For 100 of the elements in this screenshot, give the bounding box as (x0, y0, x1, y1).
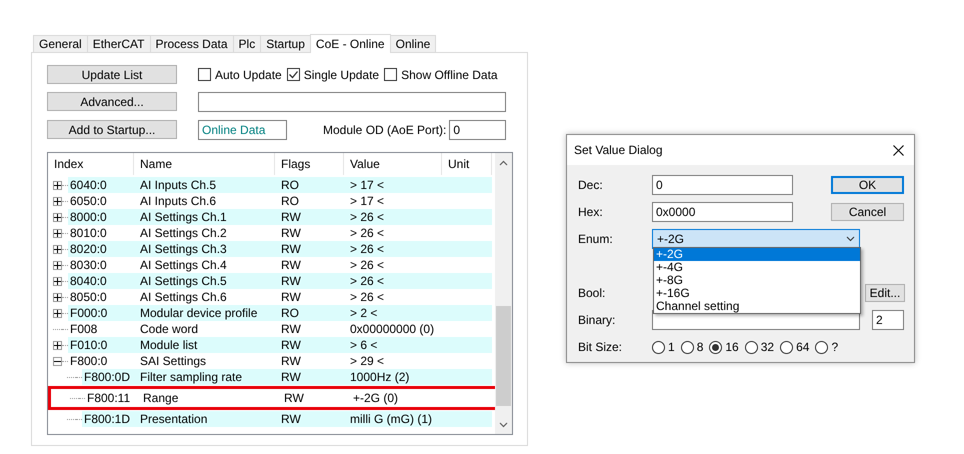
expand-icon[interactable] (53, 276, 62, 286)
module-od-field[interactable]: 0 (449, 120, 506, 140)
tab[interactable]: CoE - Online (310, 34, 391, 53)
table-row[interactable]: F800:1D Presentation RW milli G (mG) (1) (48, 411, 495, 427)
close-icon[interactable] (893, 144, 904, 156)
expand-icon[interactable] (53, 340, 62, 350)
flags-cell: RW (275, 209, 344, 225)
scrollbar[interactable] (495, 153, 512, 434)
add-to-startup-button[interactable]: Add to Startup... (47, 120, 177, 139)
field-label: Enum: (578, 232, 614, 246)
text-field[interactable] (198, 92, 506, 112)
table-row[interactable]: F008 Code word RW 0x00000000 (0) (48, 321, 495, 337)
checkbox-label: Show Offline Data (401, 68, 498, 82)
update-list-button[interactable]: Update List (47, 65, 177, 84)
name-cell: Filter sampling rate (134, 369, 275, 385)
chevron-down-icon (846, 236, 855, 242)
list-option[interactable]: +-16G (654, 287, 860, 300)
tab[interactable]: Online (390, 35, 436, 52)
expand-icon[interactable] (53, 292, 62, 302)
index-cell: 8040:0 (68, 273, 134, 289)
dec-field[interactable]: 0 (652, 175, 793, 195)
table-row[interactable]: 8000:0 AI Settings Ch.1 RW > 26 < (48, 209, 495, 225)
field-label: Bit Size: (578, 340, 624, 354)
field-label: Dec: (578, 178, 604, 192)
column-header[interactable]: Flags (275, 153, 344, 175)
table-row[interactable]: 6050:0 AI Inputs Ch.6 RO > 17 < (48, 193, 495, 209)
radio-button[interactable] (709, 340, 722, 354)
table-row[interactable]: 8040:0 AI Settings Ch.5 RW > 26 < (48, 273, 495, 289)
expand-icon[interactable] (53, 260, 62, 270)
field-label: Hex: (578, 205, 604, 219)
tab[interactable]: Startup (260, 35, 311, 52)
table-row[interactable]: F800:0 SAI Settings RW > 29 < (48, 353, 495, 369)
table-row[interactable]: 8010:0 AI Settings Ch.2 RW > 26 < (48, 225, 495, 241)
tab[interactable]: Process Data (150, 35, 234, 52)
table-row[interactable]: 8030:0 AI Settings Ch.4 RW > 26 < (48, 257, 495, 273)
table-row[interactable]: F800:11 Range RW +-2G (0) (51, 390, 502, 406)
radio-button[interactable] (780, 340, 794, 354)
list-option[interactable]: +-8G (654, 274, 860, 287)
value-cell: > 6 < (344, 337, 492, 353)
table-row[interactable]: F800:0D Filter sampling rate RW 1000Hz (2) (48, 369, 495, 385)
index-cell: 8000:0 (68, 209, 134, 225)
column-header[interactable]: Index (48, 153, 134, 175)
edit-button[interactable]: Edit... (865, 284, 905, 302)
tab[interactable]: Plc (232, 35, 262, 52)
tab[interactable]: EtherCAT (86, 35, 150, 52)
tab[interactable]: General (33, 35, 88, 52)
list-option[interactable]: Channel setting (654, 300, 860, 313)
name-cell: Presentation (134, 411, 275, 427)
name-cell: Module list (134, 337, 275, 353)
checkbox-label: Single Update (304, 68, 380, 82)
expand-icon[interactable] (53, 196, 62, 206)
index-cell: F010:0 (68, 337, 134, 353)
collapse-icon[interactable] (53, 356, 62, 366)
length-field[interactable]: 2 (872, 310, 904, 330)
radio-button[interactable] (744, 340, 758, 354)
value-cell: > 2 < (344, 305, 492, 321)
expand-icon[interactable] (53, 212, 62, 222)
radio-dot-icon (712, 344, 720, 350)
table-row[interactable]: 8050:0 AI Settings Ch.6 RW > 26 < (48, 289, 495, 305)
advanced-button[interactable]: Advanced... (47, 92, 177, 111)
table-row[interactable]: F000:0 Modular device profile RO > 2 < (48, 305, 495, 321)
flags-cell: RW (275, 241, 344, 257)
checkbox[interactable] (384, 68, 398, 81)
value-cell: > 26 < (344, 209, 492, 225)
enum-dropdown[interactable]: +-2G (652, 229, 860, 249)
expand-icon[interactable] (53, 228, 62, 238)
name-cell: AI Settings Ch.1 (134, 209, 275, 225)
ok-button[interactable]: OK (831, 176, 904, 194)
table-row[interactable]: 8020:0 AI Settings Ch.3 RW > 26 < (48, 241, 495, 257)
radio-button[interactable] (680, 340, 694, 354)
module-od-label: Module OD (AoE Port): (323, 123, 446, 137)
expand-icon[interactable] (53, 308, 62, 318)
value-cell: > 26 < (344, 273, 492, 289)
value-cell: > 17 < (344, 177, 492, 193)
index-cell: 6040:0 (68, 177, 134, 193)
table-row[interactable]: 6040:0 AI Inputs Ch.5 RO > 17 < (48, 177, 495, 193)
table-row[interactable]: F010:0 Module list RW > 6 < (48, 337, 495, 353)
radio-label: 32 (760, 340, 774, 354)
index-cell: F800:0D (82, 369, 134, 385)
list-option[interactable]: +-4G (654, 261, 860, 274)
expand-icon[interactable] (53, 244, 62, 254)
checkbox[interactable] (198, 68, 211, 81)
list-option[interactable]: +-2G (654, 248, 860, 261)
scroll-up-icon[interactable] (499, 160, 508, 166)
scroll-down-icon[interactable] (499, 422, 508, 428)
expand-icon[interactable] (53, 180, 62, 190)
radio-label: 8 (696, 340, 704, 354)
index-cell: 8020:0 (68, 241, 134, 257)
column-header[interactable]: Value (344, 153, 442, 175)
cancel-button[interactable]: Cancel (831, 203, 904, 221)
checkbox[interactable] (286, 68, 300, 81)
field-label: Binary: (578, 313, 616, 327)
field-label: Bool: (578, 286, 606, 300)
radio-label: ? (831, 340, 838, 354)
radio-button[interactable] (652, 340, 665, 354)
radio-button[interactable] (815, 340, 828, 354)
column-header[interactable]: Unit (442, 153, 492, 175)
column-header[interactable]: Name (134, 153, 275, 175)
hex-field[interactable]: 0x0000 (652, 202, 793, 222)
flags-cell: RW (275, 273, 344, 289)
